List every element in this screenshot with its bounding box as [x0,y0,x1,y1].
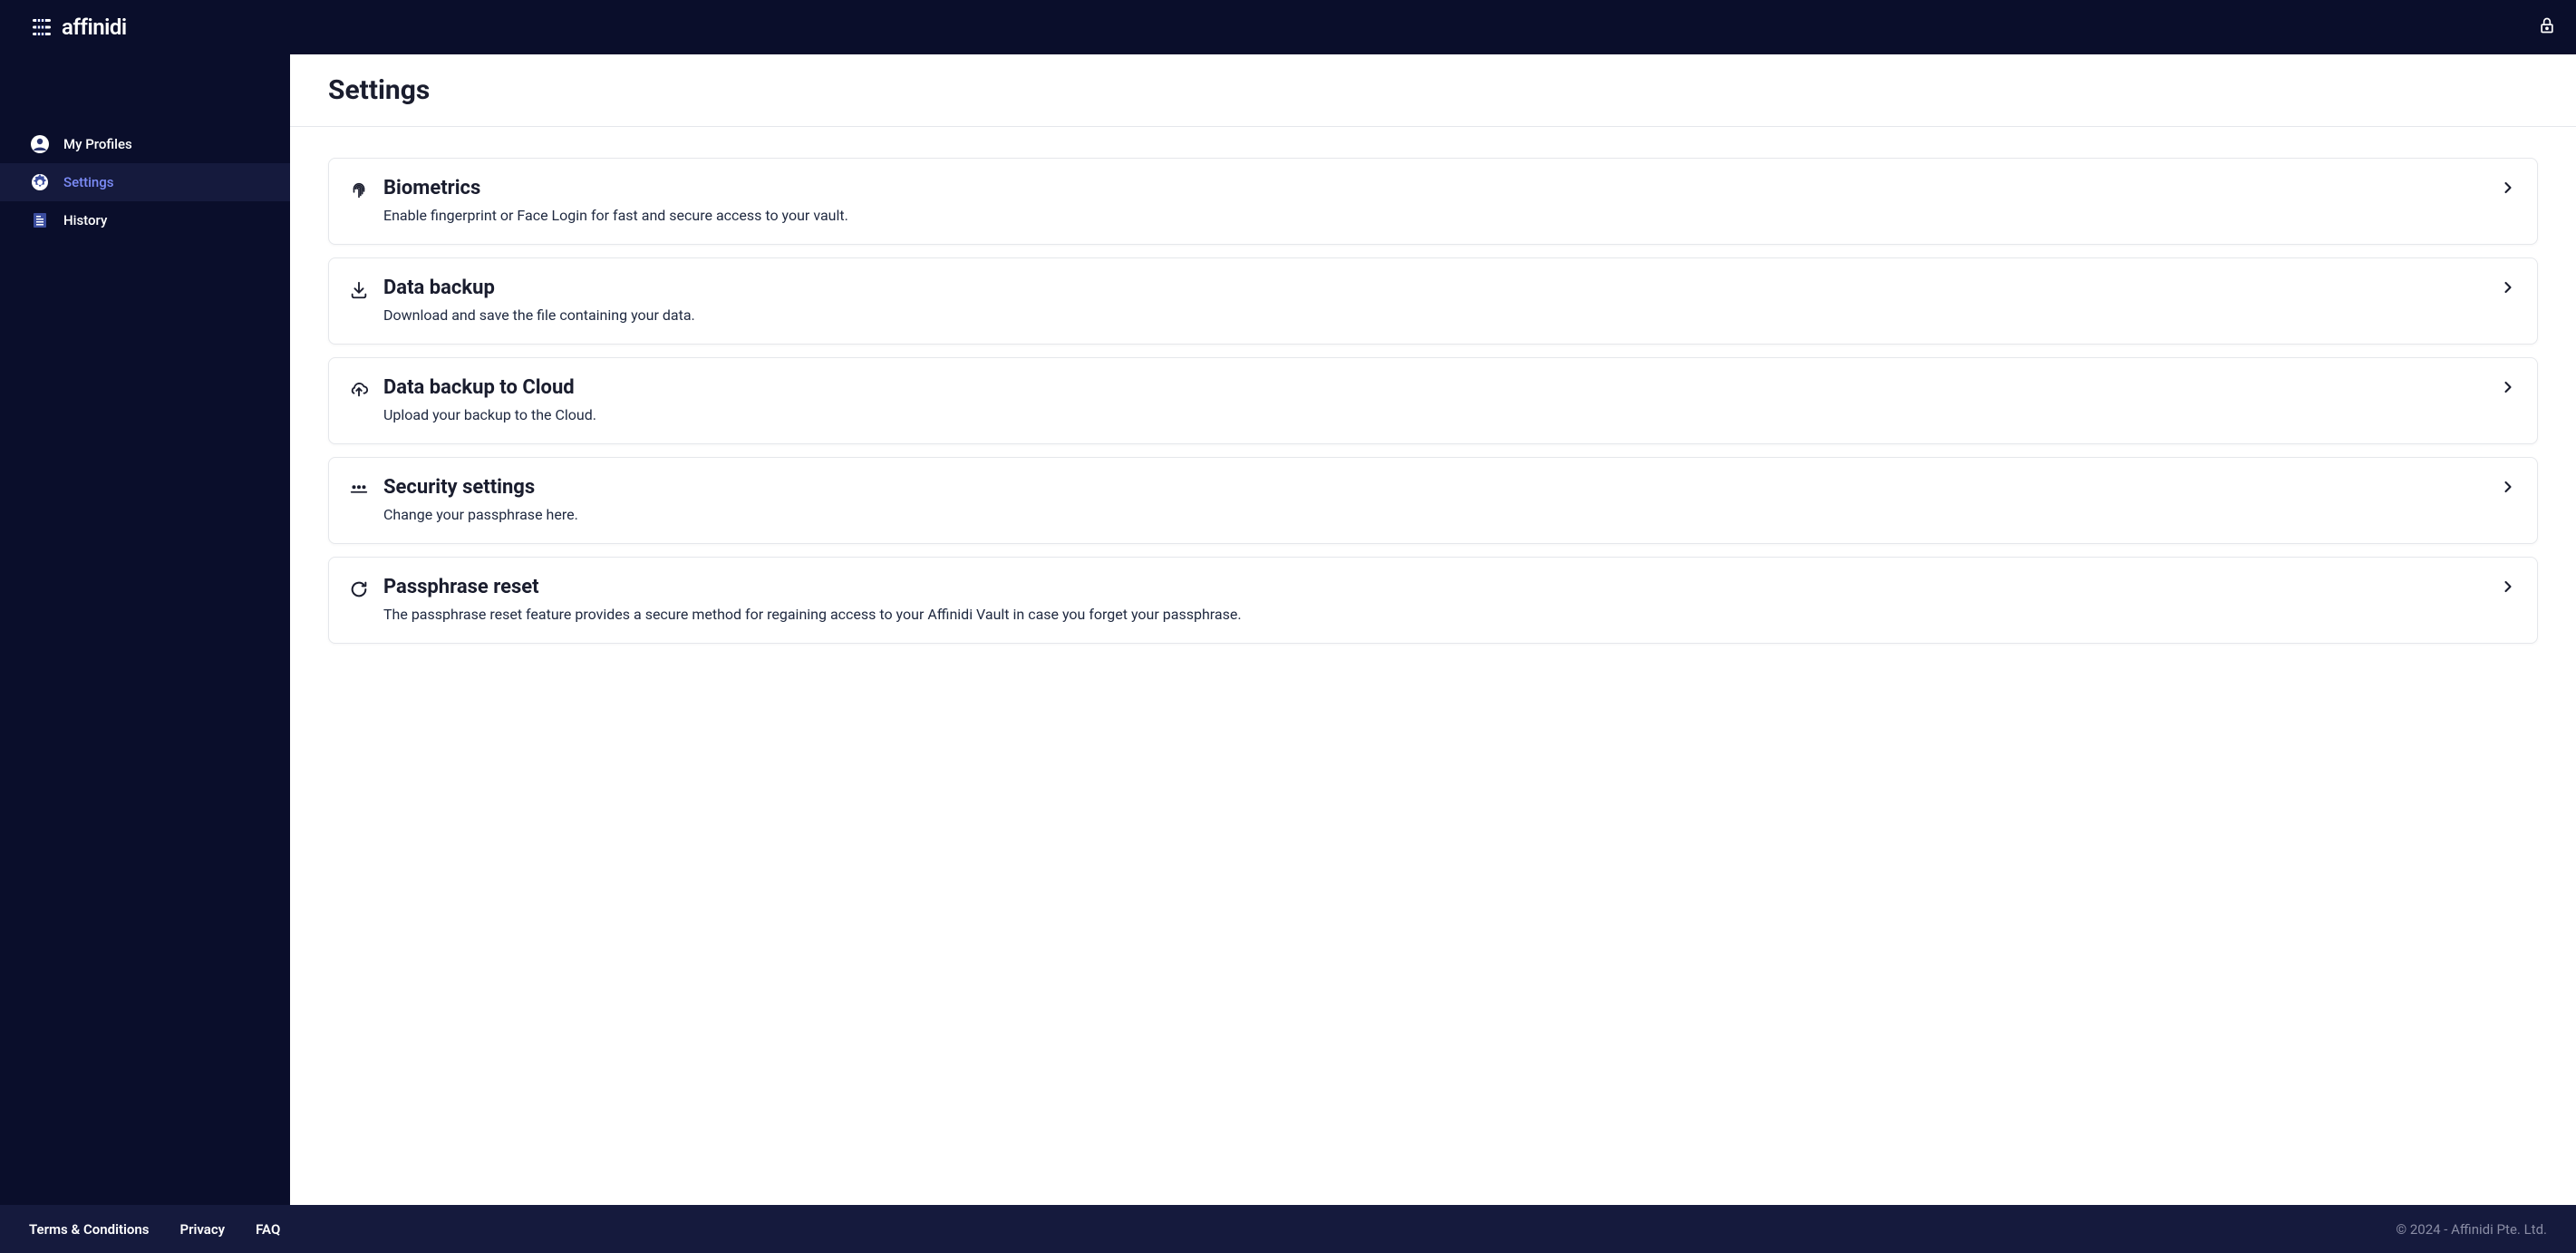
settings-card-security[interactable]: Security settings Change your passphrase… [328,457,2538,544]
footer-link-faq[interactable]: FAQ [256,1221,280,1238]
card-body: Passphrase reset The passphrase reset fe… [383,576,2484,623]
sidebar-item-label: History [63,212,107,228]
card-body: Security settings Change your passphrase… [383,476,2484,523]
sidebar-item-label: My Profiles [63,136,132,152]
footer-links: Terms & Conditions Privacy FAQ [29,1221,280,1238]
gear-icon [31,173,49,191]
settings-card-biometrics[interactable]: Biometrics Enable fingerprint or Face Lo… [328,158,2538,245]
card-description: Upload your backup to the Cloud. [383,406,2484,423]
fingerprint-icon [349,180,369,200]
card-body: Data backup Download and save the file c… [383,277,2484,324]
settings-card-passphrase-reset[interactable]: Passphrase reset The passphrase reset fe… [328,557,2538,644]
chevron-right-icon [2499,278,2517,296]
page-title: Settings [328,74,2538,106]
card-title: Biometrics [383,177,2484,199]
history-icon [31,211,49,229]
brand-name: affinidi [62,15,127,40]
sidebar-nav: My Profiles Settings [0,54,290,1205]
sidebar-item-settings[interactable]: Settings [0,163,290,201]
card-description: Change your passphrase here. [383,506,2484,523]
app-header: affinidi [0,0,2576,54]
card-body: Data backup to Cloud Upload your backup … [383,376,2484,423]
brand-logo[interactable]: affinidi [31,15,127,40]
chevron-right-icon [2499,378,2517,396]
settings-list: Biometrics Enable fingerprint or Face Lo… [290,127,2576,675]
chevron-right-icon [2499,478,2517,496]
card-title: Security settings [383,476,2484,499]
page-header: Settings [290,54,2576,127]
card-description: Enable fingerprint or Face Login for fas… [383,207,2484,224]
card-body: Biometrics Enable fingerprint or Face Lo… [383,177,2484,224]
sidebar-item-history[interactable]: History [0,201,290,239]
password-icon [349,480,369,500]
affinidi-logo-icon [31,16,53,38]
cloud-upload-icon [349,380,369,400]
chevron-right-icon [2499,179,2517,197]
main-content: Settings Biometrics Enable [290,54,2576,1205]
settings-card-data-backup[interactable]: Data backup Download and save the file c… [328,257,2538,345]
card-description: Download and save the file containing yo… [383,306,2484,324]
card-description: The passphrase reset feature provides a … [383,606,2484,623]
download-icon [349,280,369,300]
card-title: Passphrase reset [383,576,2484,598]
footer-link-privacy[interactable]: Privacy [179,1221,225,1238]
sidebar-item-label: Settings [63,174,114,190]
card-title: Data backup [383,277,2484,299]
chevron-right-icon [2499,578,2517,596]
app-footer: Terms & Conditions Privacy FAQ © 2024 - … [0,1205,2576,1253]
refresh-icon [349,579,369,599]
lock-icon[interactable] [2538,16,2556,38]
settings-card-cloud-backup[interactable]: Data backup to Cloud Upload your backup … [328,357,2538,444]
footer-copyright: © 2024 - Affinidi Pte. Ltd. [2396,1221,2547,1238]
sidebar-item-my-profiles[interactable]: My Profiles [0,125,290,163]
profile-icon [31,135,49,153]
card-title: Data backup to Cloud [383,376,2484,399]
footer-link-terms[interactable]: Terms & Conditions [29,1221,149,1238]
